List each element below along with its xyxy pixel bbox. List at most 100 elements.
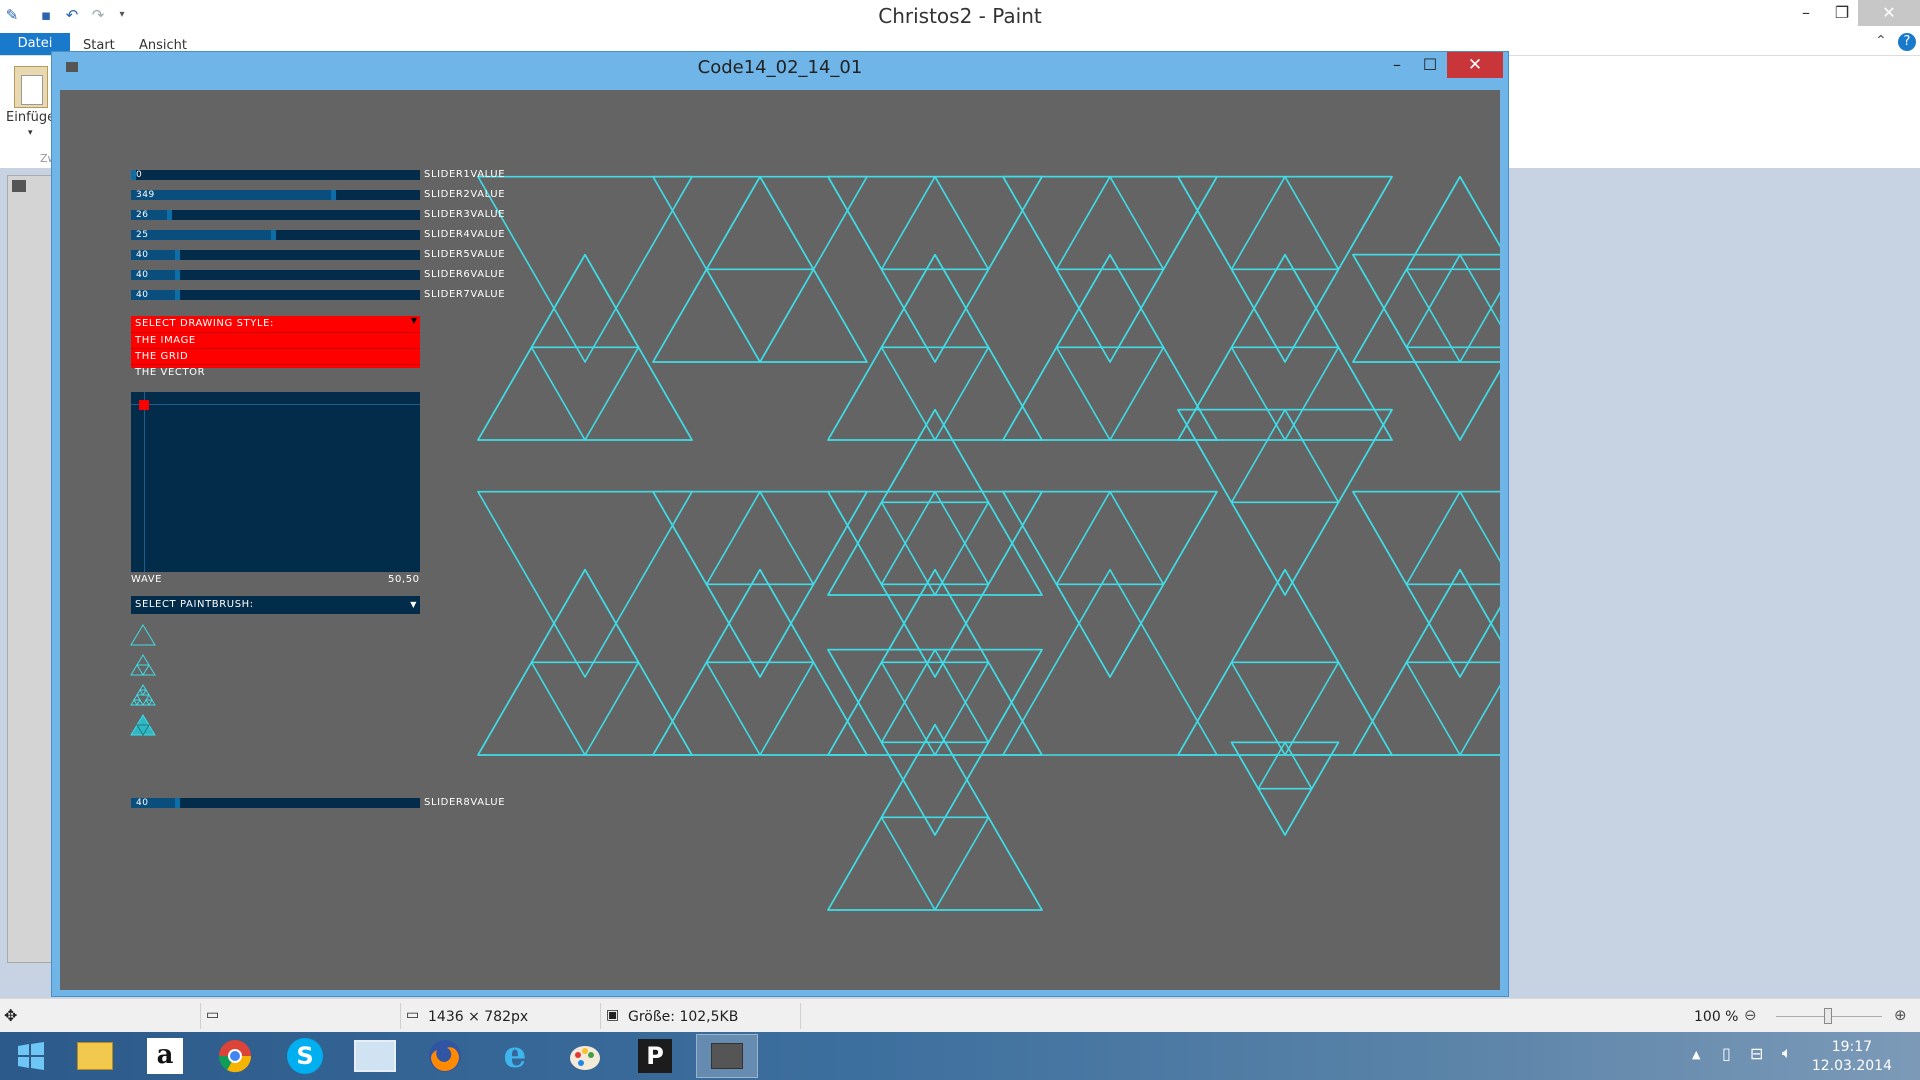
art-triangle [1459, 490, 1500, 563]
slider-4-fill [131, 230, 273, 240]
art-triangle [705, 175, 815, 271]
network-icon[interactable]: ⊟ [1750, 1044, 1763, 1063]
volume-icon[interactable]: 🔈︎ [1782, 1043, 1792, 1063]
processing-icon: P [638, 1039, 672, 1073]
taskbar-sketch-window[interactable] [696, 1034, 758, 1078]
collapse-ribbon-icon[interactable]: ⌃ [1875, 33, 1887, 49]
slider-7-label: SLIDER7VALUE [424, 289, 506, 300]
paint-canvas[interactable] [7, 175, 55, 963]
clipboard-icon[interactable] [14, 66, 48, 108]
sketch-close-button[interactable]: ✕ [1447, 52, 1503, 78]
slider-3[interactable]: 26 [131, 210, 420, 220]
start-button[interactable] [0, 1034, 62, 1078]
slider-4-label: SLIDER4VALUE [424, 229, 506, 240]
battery-icon[interactable]: ▯ [1722, 1044, 1731, 1063]
art-triangle [1109, 490, 1218, 586]
sketch-canvas[interactable]: 0 SLIDER1VALUE 349 SLIDER2VALUE 26 SLIDE… [60, 90, 1500, 990]
zoom-out-icon[interactable]: ⊖ [1744, 1006, 1757, 1024]
wave-label: WAVE [131, 574, 163, 585]
art-triangle [827, 816, 936, 911]
canvas-size-icon: ▭ [406, 1007, 420, 1023]
taskbar-chrome[interactable] [204, 1034, 266, 1078]
slider-7-handle[interactable] [175, 290, 181, 300]
art-triangle [934, 490, 1043, 586]
close-button[interactable]: ✕ [1858, 0, 1920, 26]
slider-4-value: 25 [136, 230, 149, 240]
art-triangle [1352, 490, 1461, 586]
art-triangle [827, 490, 936, 586]
art-triangle [1177, 175, 1286, 271]
art-triangle [530, 253, 640, 349]
art-triangle [1177, 346, 1286, 441]
selection-icon: ▭ [206, 1007, 220, 1023]
art-triangle [652, 661, 761, 756]
chrome-icon [218, 1040, 252, 1073]
taskbar-paint[interactable] [554, 1034, 616, 1078]
brush-triangle-subdivided-icon[interactable] [130, 653, 156, 677]
art-triangle [827, 501, 936, 596]
art-triangle [1002, 175, 1111, 271]
slider-3-handle[interactable] [166, 210, 172, 220]
brush-triangle-filled-icon[interactable] [130, 713, 156, 737]
slider-1[interactable]: 0 [131, 170, 420, 180]
clock-date: 12.03.2014 [1811, 1058, 1892, 1074]
art-triangle [477, 175, 693, 363]
slider-6-handle[interactable] [175, 270, 181, 280]
taskbar-ie[interactable]: e [484, 1034, 546, 1078]
slider-4-handle[interactable] [270, 230, 276, 240]
slider-5[interactable]: 40 [131, 250, 420, 260]
disk-icon: ▣ [606, 1007, 620, 1023]
brush-triangle-outline-icon[interactable] [130, 623, 156, 647]
art-triangle [1284, 408, 1393, 504]
taskbar-explorer[interactable] [64, 1034, 126, 1078]
paste-dropdown-icon[interactable]: ▾ [28, 128, 33, 138]
art-triangle [477, 346, 586, 441]
explorer-icon [77, 1042, 113, 1070]
paste-button[interactable]: Einfüge [6, 110, 55, 125]
drawing-style-option-grid[interactable]: THE GRID [131, 348, 420, 364]
paintbrush-dropdown[interactable]: SELECT PAINTBRUSH: ▼ [131, 596, 420, 614]
file-size: Größe: 102,5KB [628, 1009, 739, 1025]
taskbar-remote-desktop[interactable] [344, 1034, 406, 1078]
help-icon[interactable]: ? [1898, 33, 1916, 51]
slider-6[interactable]: 40 [131, 270, 420, 280]
sketch-maximize-button[interactable]: ☐ [1414, 52, 1446, 78]
taskbar-amazon[interactable]: a [134, 1034, 196, 1078]
taskbar-processing[interactable]: P [624, 1034, 686, 1078]
wave-value: 50,50 [388, 574, 420, 585]
slider-5-handle[interactable] [175, 250, 181, 260]
drawing-style-dropdown[interactable]: SELECT DRAWING STYLE: ▼ THE IMAGE THE GR… [131, 316, 420, 378]
wave-pad[interactable] [131, 392, 420, 572]
art-triangle [652, 268, 761, 363]
drawing-style-header[interactable]: SELECT DRAWING STYLE: [131, 316, 420, 332]
amazon-icon: a [147, 1038, 183, 1074]
art-triangle [934, 501, 1043, 596]
slider-2[interactable]: 349 [131, 190, 420, 200]
slider-8-handle[interactable] [175, 798, 181, 808]
sketch-minimize-button[interactable]: – [1381, 52, 1413, 78]
slider-7[interactable]: 40 [131, 290, 420, 300]
slider-8-value: 40 [136, 798, 149, 808]
slider-4[interactable]: 25 [131, 230, 420, 240]
drawing-style-option-image[interactable]: THE IMAGE [131, 332, 420, 348]
art-triangle [1177, 661, 1286, 756]
show-hidden-icons-icon[interactable]: ▲ [1692, 1048, 1700, 1061]
taskbar-clock[interactable]: 19:17 12.03.2014 [1812, 1038, 1892, 1076]
remote-desktop-icon [354, 1040, 396, 1072]
drawing-style-option-vector[interactable]: THE VECTOR [131, 364, 420, 380]
zoom-in-icon[interactable]: ⊕ [1894, 1006, 1907, 1024]
art-triangle [530, 568, 640, 664]
start-icon [18, 1042, 44, 1070]
wave-handle[interactable] [139, 400, 149, 410]
wave-crosshair-vertical [144, 392, 145, 572]
taskbar-firefox[interactable] [414, 1034, 476, 1078]
zoom-slider-handle[interactable] [1824, 1008, 1832, 1024]
art-triangle [759, 661, 868, 756]
ie-icon: e [503, 1034, 527, 1076]
image-thumbnail-icon [12, 180, 26, 192]
slider-8[interactable]: 40 [131, 798, 420, 808]
taskbar-skype[interactable]: S [274, 1034, 336, 1078]
slider-2-value: 349 [136, 190, 155, 200]
brush-triangle-fine-icon[interactable] [130, 683, 156, 707]
slider-2-handle[interactable] [331, 190, 337, 200]
